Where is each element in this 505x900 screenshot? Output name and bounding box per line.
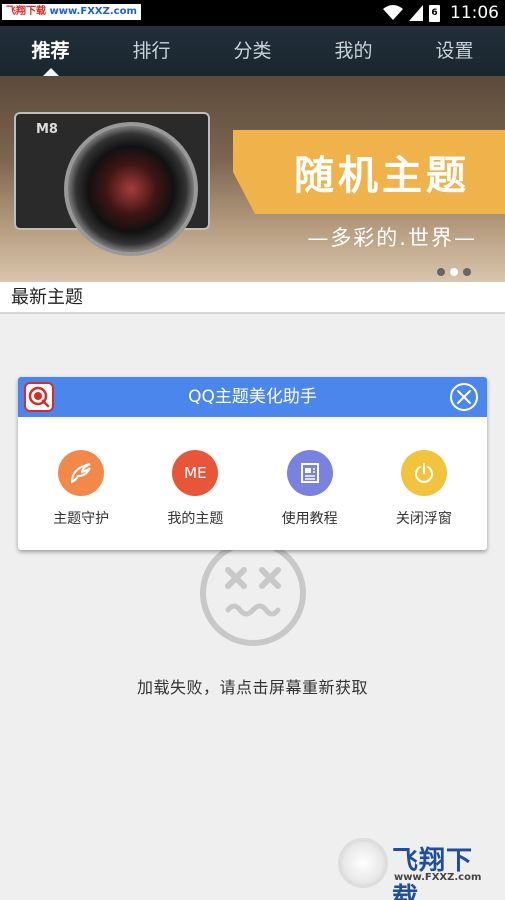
dialog-actions: 主题守护 ME 我的主题 使用教程 关闭浮窗	[18, 417, 487, 528]
sad-face-icon	[200, 540, 306, 646]
document-icon	[286, 450, 333, 496]
tab-category[interactable]: 分类	[202, 26, 303, 76]
action-close-float[interactable]: 关闭浮窗	[370, 450, 478, 528]
action-theme-guard[interactable]: 主题守护	[27, 450, 135, 528]
load-error-message[interactable]: 加载失败，请点击屏幕重新获取	[0, 674, 505, 698]
qq-theme-helper-dialog: QQ主题美化助手 主题守护 ME 我的主题 使用教程 关闭浮窗	[18, 377, 487, 550]
signal-icon	[409, 5, 423, 21]
watermark-logo-icon	[338, 838, 388, 888]
tab-mine[interactable]: 我的	[303, 26, 404, 76]
tab-recommend[interactable]: 推荐	[0, 26, 101, 76]
tab-settings[interactable]: 设置	[404, 26, 505, 76]
carousel-dot-active[interactable]	[450, 268, 458, 276]
banner-subtitle: —多彩的.世界—	[307, 226, 477, 250]
watermark-badge: 飞翔下载 www.FXXZ.com	[2, 4, 141, 20]
action-label: 关闭浮窗	[395, 511, 452, 527]
battery-level: 6	[431, 8, 438, 18]
carousel-dots	[437, 268, 471, 276]
banner-ribbon: 随机主题	[233, 130, 505, 214]
status-bar: 飞翔下载 www.FXXZ.com 6 11:06	[0, 0, 505, 26]
me-icon: ME	[172, 450, 219, 496]
action-label: 使用教程	[281, 511, 338, 527]
wing-icon	[58, 450, 105, 496]
section-title: 最新主题	[0, 282, 505, 314]
watermark-brand: 飞翔下载	[392, 846, 474, 900]
battery-icon: 6	[429, 4, 440, 22]
camera-lens-image	[64, 122, 198, 256]
banner-carousel[interactable]: M8 随机主题 —多彩的.世界—	[0, 76, 505, 282]
action-label: 主题守护	[53, 511, 110, 527]
action-my-themes[interactable]: ME 我的主题	[141, 450, 249, 528]
watermark-brand-text: 飞翔下载	[6, 6, 46, 17]
carousel-dot[interactable]	[437, 268, 445, 276]
watermark-url: www.FXXZ.com	[394, 872, 482, 883]
tab-ranking[interactable]: 排行	[101, 26, 202, 76]
power-icon	[400, 450, 447, 496]
close-icon[interactable]	[448, 381, 480, 413]
watermark-logo: 飞翔下载 www.FXXZ.com	[338, 838, 498, 900]
carousel-dot[interactable]	[463, 268, 471, 276]
top-nav: 推荐 排行 分类 我的 设置	[0, 26, 505, 76]
action-tutorial[interactable]: 使用教程	[256, 450, 364, 528]
dialog-header: QQ主题美化助手	[18, 377, 487, 417]
dialog-title: QQ主题美化助手	[188, 387, 317, 407]
clock: 11:06	[450, 3, 499, 23]
status-icons: 6 11:06	[383, 0, 499, 26]
watermark-url-text: www.FXXZ.com	[49, 6, 137, 17]
banner-title: 随机主题	[294, 153, 470, 199]
wifi-icon	[383, 5, 403, 20]
action-label: 我的主题	[167, 511, 224, 527]
me-icon-text: ME	[184, 464, 207, 482]
camera-label: M8	[36, 122, 58, 137]
